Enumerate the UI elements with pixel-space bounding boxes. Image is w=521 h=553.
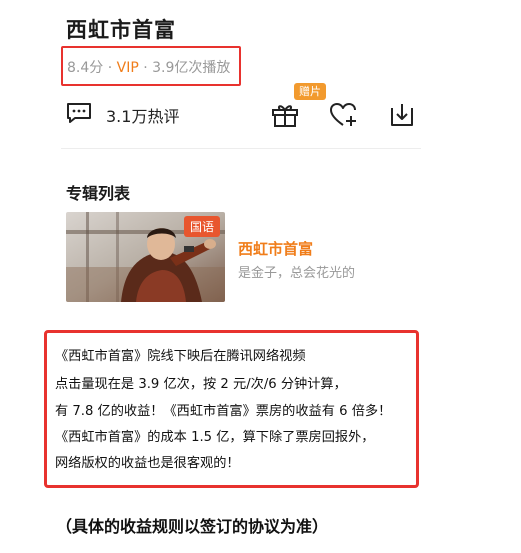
album-item-subtitle: 是金子，总会花光的	[238, 266, 356, 281]
gift-badge: 赠片	[294, 83, 326, 100]
vip-badge: VIP	[116, 60, 139, 76]
movie-title: 西虹市首富	[66, 18, 176, 42]
footer-note: （具体的收益规则以签订的协议为准）	[56, 517, 329, 536]
note-line: 《西虹市首富》院线下映后在腾讯网络视频	[55, 349, 306, 364]
heart-plus-icon[interactable]	[329, 102, 359, 128]
gift-icon[interactable]	[271, 102, 299, 128]
meta-separator: ·	[103, 60, 117, 76]
meta-separator: ·	[138, 60, 153, 76]
divider	[61, 148, 421, 149]
comment-count[interactable]: 3.1万热评	[106, 103, 179, 127]
note-line: 有 7.8 亿的收益！《西虹市首富》票房的收益有 6 倍多！	[55, 404, 392, 419]
action-row: 3.1万热评	[66, 100, 426, 130]
rating: 8.4分	[67, 60, 104, 76]
note-line: 点击量现在是 3.9 亿次，按 2 元/次/6 分钟计算，	[55, 377, 347, 392]
album-item-title[interactable]: 西虹市首富	[238, 238, 313, 259]
download-icon[interactable]	[388, 102, 416, 128]
comment-icon[interactable]	[66, 102, 92, 124]
play-count: 3.9亿次播放	[152, 60, 231, 76]
language-tag: 国语	[184, 216, 221, 237]
note-line: 网络版权的收益也是很客观的！	[55, 456, 240, 471]
movie-meta: 8.4分 · VIP · 3.9亿次播放	[67, 57, 230, 77]
note-line: 《西虹市首富》的成本 1.5 亿，算下除了票房回报外，	[55, 430, 375, 445]
album-section-title: 专辑列表	[66, 184, 131, 203]
